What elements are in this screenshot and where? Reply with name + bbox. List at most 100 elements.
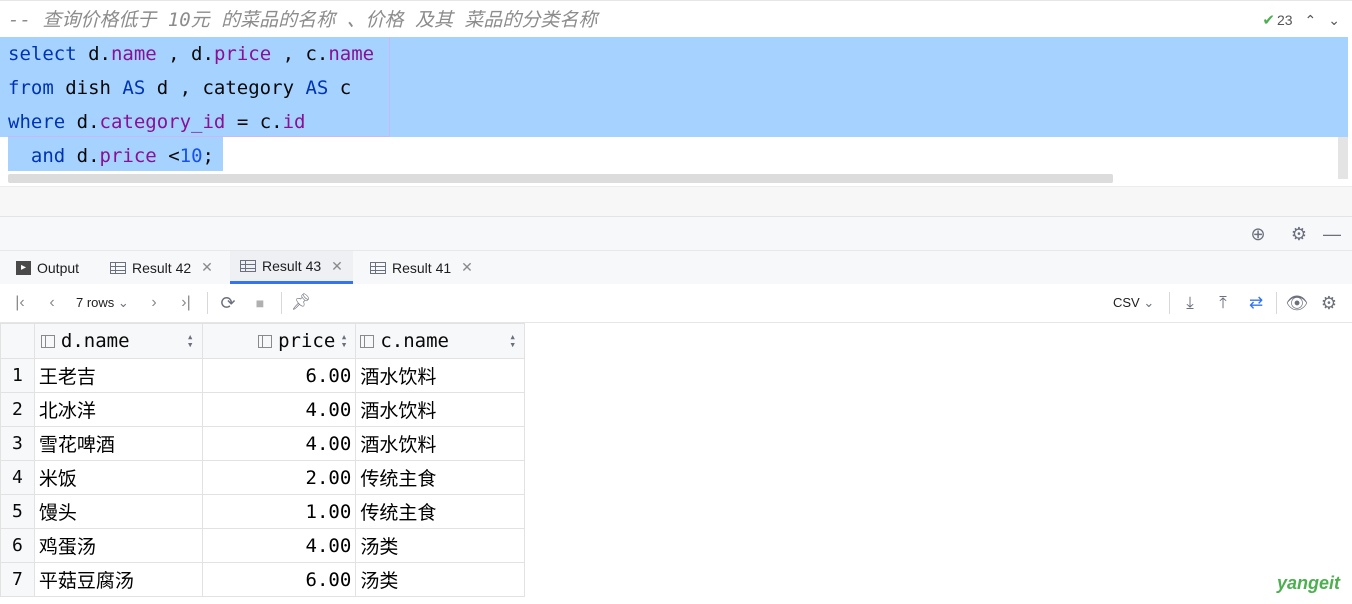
toolbar-divider (1169, 292, 1170, 314)
code-text: d , category (145, 77, 306, 99)
cell-c-name[interactable]: 汤类 (355, 528, 525, 563)
cell-d-name[interactable]: 馒头 (33, 494, 203, 529)
chevron-down-icon: ⌄ (1143, 295, 1155, 310)
cell-c-name[interactable]: 酒水饮料 (355, 392, 525, 427)
cell-d-name[interactable]: 米饭 (33, 460, 203, 495)
column-label: c.name (380, 330, 449, 352)
field-name: name (328, 43, 375, 65)
eye-icon[interactable]: 👁︎ (1285, 292, 1309, 314)
next-page-icon[interactable]: › (144, 292, 164, 314)
table-row[interactable]: 3 雪花啤酒 4.00 酒水饮料 (0, 426, 525, 461)
cell-c-name[interactable]: 传统主食 (355, 494, 525, 529)
gear-icon[interactable]: ⚙ (1288, 223, 1310, 245)
code-line-2[interactable]: from dish AS d , category AS c (8, 71, 351, 105)
cell-d-name[interactable]: 雪花啤酒 (33, 426, 203, 461)
cell-price[interactable]: 4.00 (201, 392, 357, 427)
sql-editor[interactable]: -- 查询价格低于 10元 的菜品的名称 、价格 及其 菜品的分类名称 sele… (0, 0, 1352, 187)
refresh-icon[interactable]: ⟳ (217, 292, 239, 314)
cell-price[interactable]: 1.00 (201, 494, 357, 529)
watermark-logo: yangeit (1276, 573, 1340, 593)
code-text: , d. (156, 43, 214, 65)
sort-icon[interactable]: ▴ ▾ (187, 331, 194, 350)
sort-icon[interactable]: ▴ ▾ (509, 331, 516, 350)
table-row[interactable]: 4 米饭 2.00 传统主食 (0, 460, 525, 495)
download-icon[interactable]: ⤓ (1179, 292, 1201, 314)
cell-c-name[interactable]: 传统主食 (355, 460, 525, 495)
vertical-scrollbar[interactable] (1338, 137, 1348, 179)
close-icon[interactable]: ✕ (201, 259, 213, 276)
tab-label: Result 42 (132, 259, 192, 276)
keyword-select: select (8, 43, 77, 65)
gear-icon[interactable]: ⚙ (1318, 292, 1340, 314)
cell-price[interactable]: 2.00 (201, 460, 357, 495)
toolbar-divider (281, 292, 282, 314)
column-header-c-name[interactable]: c.name ▴ ▾ (355, 323, 525, 359)
tab-result-41[interactable]: Result 41 ✕ (370, 251, 473, 284)
tab-output[interactable]: ▸ Output (16, 251, 79, 284)
cell-c-name[interactable]: 酒水饮料 (355, 426, 525, 461)
cell-price[interactable]: 4.00 (201, 528, 357, 563)
minimize-icon[interactable]: — (1321, 223, 1343, 245)
table-row[interactable]: 7 平菇豆腐汤 6.00 汤类 (0, 562, 525, 597)
column-icon (258, 334, 273, 348)
inspection-check-icon[interactable]: ✔ (1262, 11, 1275, 29)
row-number-header (0, 323, 35, 359)
column-header-price[interactable]: price ▴ ▾ (201, 323, 357, 359)
sort-icon[interactable]: ▴ ▾ (341, 331, 348, 350)
code-line-4[interactable]: and d.price <10; (8, 139, 214, 173)
cell-c-name[interactable]: 酒水饮料 (355, 358, 525, 393)
row-number: 5 (0, 494, 35, 529)
header-row: d.name ▴ ▾ price ▴ ▾ c.name ▴ ▾ (0, 323, 525, 359)
chevron-down-icon[interactable]: ⌄ (1328, 12, 1340, 29)
cell-d-name[interactable]: 平菇豆腐汤 (33, 562, 203, 597)
pin-icon[interactable]: 📌︎ (290, 292, 312, 314)
tab-result-42[interactable]: Result 42 ✕ (110, 251, 213, 284)
row-number: 3 (0, 426, 35, 461)
close-icon[interactable]: ✕ (461, 259, 473, 276)
horizontal-scrollbar[interactable] (8, 174, 1113, 183)
cell-price[interactable]: 6.00 (201, 358, 357, 393)
crosshair-icon[interactable]: ⊕ (1247, 223, 1269, 245)
row-number: 6 (0, 528, 35, 563)
result-table: d.name ▴ ▾ price ▴ ▾ c.name ▴ ▾ 1 王老吉 6.00 酒水饮料 2… (0, 323, 525, 597)
code-line-1[interactable]: select d.name , d.price , c.name (8, 37, 374, 71)
keyword-where: where (8, 111, 66, 133)
table-row[interactable]: 2 北冰洋 4.00 酒水饮料 (0, 392, 525, 427)
column-label: d.name (60, 330, 130, 352)
code-line-3[interactable]: where d.category_id = c.id (8, 105, 305, 139)
services-header: ⊕ ⚙ — (0, 216, 1352, 251)
code-text: ; (202, 145, 214, 167)
cell-c-name[interactable]: 汤类 (355, 562, 525, 597)
keyword-as: AS (305, 77, 329, 99)
cell-d-name[interactable]: 北冰洋 (33, 392, 203, 427)
tab-result-43[interactable]: Result 43 ✕ (230, 251, 353, 284)
table-row[interactable]: 1 王老吉 6.00 酒水饮料 (0, 358, 525, 393)
cell-d-name[interactable]: 鸡蛋汤 (33, 528, 203, 563)
row-number: 1 (0, 358, 35, 393)
rows-selector[interactable]: 7 rows ⌄ (76, 292, 129, 314)
chevron-up-icon[interactable]: ⌃ (1305, 12, 1317, 29)
close-icon[interactable]: ✕ (331, 258, 343, 275)
tab-label: Result 43 (262, 258, 322, 274)
export-format-selector[interactable]: CSV ⌄ (1113, 292, 1154, 314)
code-text: d. (65, 111, 100, 133)
table-row[interactable]: 5 馒头 1.00 传统主食 (0, 494, 525, 529)
column-icon (360, 334, 375, 348)
compare-icon[interactable]: ⇄ (1244, 292, 1268, 314)
toolbar-divider (1276, 292, 1277, 314)
inspection-widget[interactable]: ✔ 23 ⌃ ⌄ (1262, 9, 1340, 31)
cell-d-name[interactable]: 王老吉 (33, 358, 203, 393)
upload-icon[interactable]: ⤒ (1212, 292, 1234, 314)
stop-icon[interactable]: ■ (250, 292, 270, 314)
table-row[interactable]: 6 鸡蛋汤 4.00 汤类 (0, 528, 525, 563)
result-toolbar: |‹ ‹ 7 rows ⌄ › ›| ⟳ ■ 📌︎ CSV ⌄ ⤓ ⤒ ⇄ 👁︎… (0, 284, 1352, 323)
first-page-icon[interactable]: |‹ (10, 292, 30, 314)
column-header-d-name[interactable]: d.name ▴ ▾ (33, 323, 203, 359)
field-category-id: category_id (99, 111, 226, 133)
cell-price[interactable]: 6.00 (201, 562, 357, 597)
result-grid: d.name ▴ ▾ price ▴ ▾ c.name ▴ ▾ 1 王老吉 6.00 酒水饮料 2… (0, 323, 525, 597)
cell-price[interactable]: 4.00 (201, 426, 357, 461)
last-page-icon[interactable]: ›| (176, 292, 196, 314)
previous-page-icon[interactable]: ‹ (42, 292, 62, 314)
